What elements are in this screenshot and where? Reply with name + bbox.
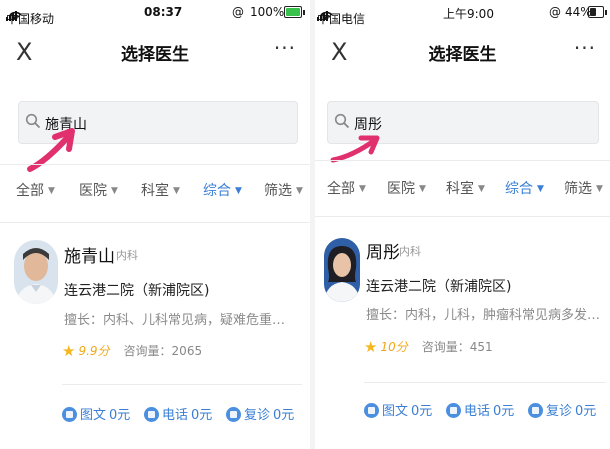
avatar: [14, 240, 58, 304]
nav-bar: X 选择医生 ···: [0, 30, 310, 74]
caret-down-icon: ▼: [48, 186, 55, 196]
status-bar: 中国移动 08:37 @ 100%: [0, 0, 310, 26]
orientation-lock-icon: @: [232, 5, 244, 19]
filter-screen[interactable]: 筛选 ▼: [264, 180, 303, 200]
battery-icon: [588, 6, 607, 18]
revisit-icon: [528, 403, 543, 418]
filter-hospital[interactable]: 医院 ▼: [387, 178, 426, 198]
specialty-text: 擅长：内科、儿科常见病，疑难危重病诊...: [64, 313, 296, 328]
more-icon[interactable]: ···: [274, 36, 296, 60]
filter-bar: 全部 ▼ 医院 ▼ 科室 ▼ 综合 ▼ 筛选 ▼: [315, 178, 610, 202]
status-bar: 中国电信 上午9:00 @ 44%: [315, 0, 610, 26]
annotation-arrow-icon: [27, 128, 75, 172]
phone-icon: [446, 403, 461, 418]
caret-down-icon: ▼: [296, 186, 303, 196]
chat-icon: [62, 407, 77, 422]
filter-all[interactable]: 全部 ▼: [327, 178, 366, 198]
doctor-card[interactable]: 施青山 内科 连云港二院（新浦院区) 擅长：内科、儿科常见病，疑难危重病诊...…: [0, 230, 310, 440]
star-icon: ★: [364, 338, 378, 356]
service-phone[interactable]: 电话 0元: [144, 404, 212, 423]
page-title: 选择医生: [428, 45, 497, 65]
service-chat[interactable]: 图文 0元: [62, 404, 130, 423]
chat-icon: [364, 403, 379, 418]
filter-screen[interactable]: 筛选 ▼: [564, 178, 603, 198]
doctor-name: 施青山: [64, 247, 115, 267]
wifi-icon: [320, 10, 333, 24]
caret-down-icon: ▼: [111, 186, 118, 196]
star-icon: ★: [62, 342, 76, 360]
divider: [315, 216, 610, 217]
filter-department[interactable]: 科室 ▼: [141, 180, 180, 200]
filter-bar: 全部 ▼ 医院 ▼ 科室 ▼ 综合 ▼ 筛选 ▼: [0, 180, 310, 204]
caret-down-icon: ▼: [596, 184, 603, 194]
divider: [315, 160, 610, 161]
consult-count: 咨询量：2065: [123, 344, 203, 358]
divider: [0, 222, 310, 223]
divider: [62, 384, 302, 385]
service-phone[interactable]: 电话 0元: [446, 400, 514, 419]
revisit-icon: [226, 407, 241, 422]
hospital-name: 连云港二院（新浦院区): [64, 283, 210, 299]
wifi-icon: [9, 10, 22, 24]
phone-icon: [144, 407, 159, 422]
divider: [364, 382, 606, 383]
battery-icon: [284, 6, 305, 18]
divider: [0, 164, 310, 165]
caret-down-icon: ▼: [419, 184, 426, 194]
caret-down-icon: ▼: [478, 184, 485, 194]
orientation-lock-icon: @: [549, 5, 561, 19]
filter-comprehensive[interactable]: 综合 ▼: [203, 180, 242, 200]
service-revisit[interactable]: 复诊 0元: [226, 404, 294, 423]
service-row: 图文 0元 电话 0元 复诊 0元: [364, 400, 604, 428]
filter-comprehensive[interactable]: 综合 ▼: [505, 178, 544, 198]
rating-score: 10分: [380, 340, 408, 354]
caret-down-icon: ▼: [359, 184, 366, 194]
filter-all[interactable]: 全部 ▼: [16, 180, 55, 200]
filter-department[interactable]: 科室 ▼: [446, 178, 485, 198]
service-chat[interactable]: 图文 0元: [364, 400, 432, 419]
right-phone-screen: 中国电信 上午9:00 @ 44% X 选择医生 ··· 周彤 全部 ▼ 医院 ▼ …: [315, 0, 610, 449]
doctor-dept: 内科: [116, 249, 138, 262]
service-row: 图文 0元 电话 0元 复诊 0元: [62, 404, 302, 432]
doctor-dept: 内科: [399, 245, 421, 258]
avatar: [324, 238, 360, 302]
rating-row: ★ 9.9分 咨询量：2065: [62, 342, 202, 360]
caret-down-icon: ▼: [235, 186, 242, 196]
service-revisit[interactable]: 复诊 0元: [528, 400, 596, 419]
clock: 上午9:00: [443, 7, 494, 21]
rating-row: ★ 10分 咨询量：451: [364, 338, 493, 356]
specialty-text: 擅长：内科，儿科，肿瘤科常见病多发病诊治: [366, 308, 606, 323]
caret-down-icon: ▼: [173, 186, 180, 196]
filter-hospital[interactable]: 医院 ▼: [79, 180, 118, 200]
left-phone-screen: 中国移动 08:37 @ 100% X 选择医生 ··· 施青山 全部 ▼ 医院 ▼…: [0, 0, 310, 449]
doctor-name: 周彤: [366, 243, 400, 263]
consult-count: 咨询量：451: [421, 340, 493, 354]
hospital-name: 连云港二院（新浦院区): [366, 279, 512, 295]
clock: 08:37: [144, 5, 183, 19]
annotation-arrow-icon: [330, 135, 380, 163]
caret-down-icon: ▼: [537, 184, 544, 194]
page-title: 选择医生: [121, 45, 189, 65]
rating-score: 9.9分: [78, 344, 110, 358]
more-icon[interactable]: ···: [574, 36, 596, 60]
nav-bar: X 选择医生 ···: [315, 30, 610, 74]
battery-percent: 100%: [250, 5, 285, 19]
doctor-card[interactable]: 周彤 内科 连云港二院（新浦院区) 擅长：内科，儿科，肿瘤科常见病多发病诊治 ★…: [315, 226, 610, 440]
